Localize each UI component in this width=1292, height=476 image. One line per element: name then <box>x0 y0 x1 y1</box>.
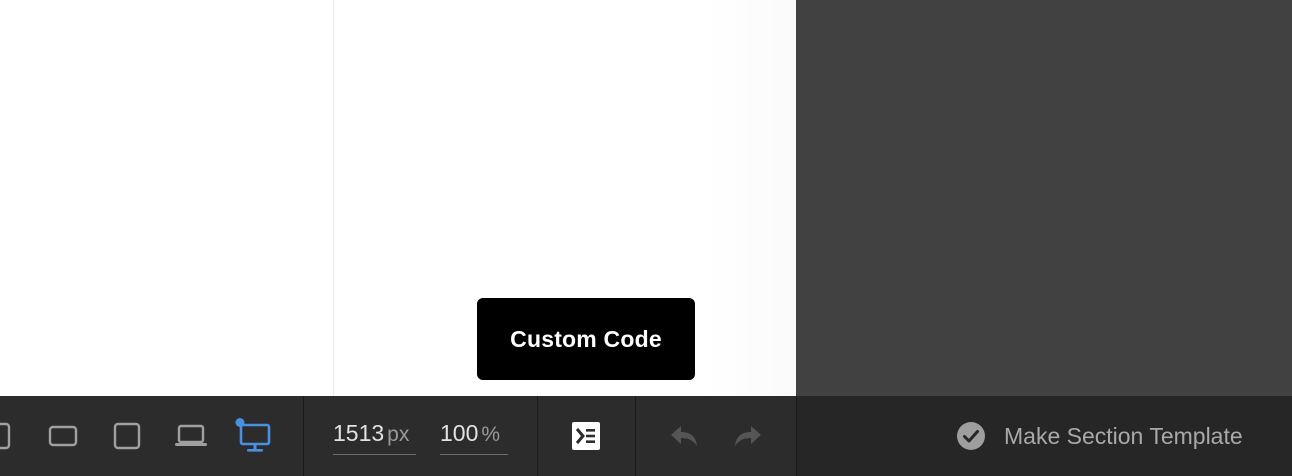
canvas-left-column <box>0 0 334 396</box>
bottom-toolbar: 1513 px 100 % Make Section Template <box>0 396 1292 476</box>
zoom-value: 100 <box>440 420 479 446</box>
toolbar-divider <box>537 396 538 476</box>
desktop-icon <box>235 418 271 452</box>
canvas-width-unit: px <box>387 423 410 446</box>
zoom-unit: % <box>481 423 501 446</box>
breakpoint-desktop-button[interactable] <box>234 416 274 456</box>
redo-button[interactable] <box>728 416 768 456</box>
zoom-field[interactable]: 100 % <box>440 420 508 455</box>
breakpoint-laptop-button[interactable] <box>171 416 211 456</box>
tooltip-label: Custom Code <box>510 325 662 352</box>
breakpoint-mobile-portrait-button[interactable] <box>0 416 22 456</box>
canvas-width-field[interactable]: 1513 px <box>333 420 416 455</box>
toolbar-divider <box>635 396 636 476</box>
phone-landscape-icon <box>48 425 78 447</box>
toolbar-divider <box>303 396 304 476</box>
custom-code-button[interactable] <box>566 416 606 456</box>
code-icon <box>572 422 600 450</box>
check-circle-icon <box>957 422 985 450</box>
laptop-icon <box>175 424 207 446</box>
toolbar-divider <box>796 396 797 476</box>
redo-icon <box>735 426 761 446</box>
breakpoint-tablet-button[interactable] <box>107 416 147 456</box>
tablet-icon <box>113 422 141 450</box>
breakpoint-mobile-landscape-button[interactable] <box>43 416 83 456</box>
settings-panel <box>796 0 1292 396</box>
make-section-template-label: Make Section Template <box>1004 422 1243 449</box>
canvas-width-value: 1513 <box>333 420 385 446</box>
undo-icon <box>671 426 697 446</box>
phone-portrait-icon <box>0 422 11 450</box>
undo-button[interactable] <box>664 416 704 456</box>
make-section-template-button[interactable]: Make Section Template <box>956 420 1243 452</box>
custom-code-tooltip: Custom Code <box>477 298 695 380</box>
